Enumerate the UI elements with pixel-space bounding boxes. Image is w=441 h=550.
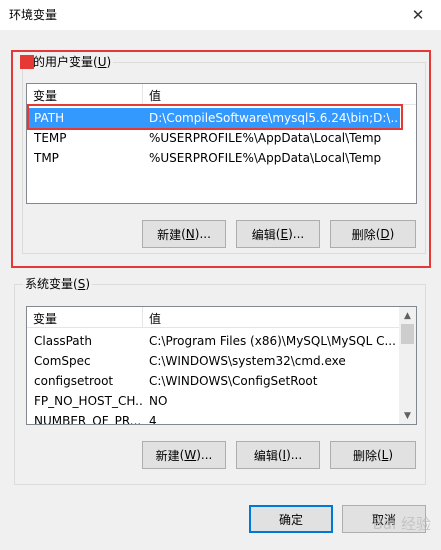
scroll-down-icon[interactable]: ▼ <box>399 407 416 424</box>
system-var-row[interactable]: configsetroot C:\WINDOWS\ConfigSetRoot <box>28 371 398 391</box>
var-value: NO <box>149 394 168 408</box>
var-name: ComSpec <box>34 354 91 368</box>
system-edit-button[interactable]: 编辑(I)... <box>236 441 320 469</box>
system-vars-label: 系统变量(S) <box>23 277 93 291</box>
var-value: C:\WINDOWS\ConfigSetRoot <box>149 374 318 388</box>
column-header-value[interactable]: 值 <box>149 310 161 327</box>
ok-button[interactable]: 确定 <box>249 505 333 533</box>
user-vars-highlight <box>11 50 431 268</box>
system-var-row[interactable]: ClassPath C:\Program Files (x86)\MySQL\M… <box>28 331 398 351</box>
watermark-logo: Bai 经验 <box>372 515 431 533</box>
scroll-thumb[interactable] <box>401 324 414 344</box>
var-name: configsetroot <box>34 374 114 388</box>
var-name: NUMBER_OF_PR... <box>34 414 142 425</box>
system-vars-scrollbar[interactable]: ▲ ▼ <box>399 307 416 424</box>
var-name: FP_NO_HOST_CH... <box>34 394 144 408</box>
var-name: ClassPath <box>34 334 92 348</box>
var-value: 4 <box>149 414 157 425</box>
system-var-row[interactable]: ComSpec C:\WINDOWS\system32\cmd.exe <box>28 351 398 371</box>
title-bar: 环境变量 ✕ <box>0 0 441 30</box>
system-new-button[interactable]: 新建(W)... <box>142 441 226 469</box>
close-icon[interactable]: ✕ <box>395 0 441 30</box>
var-value: C:\Program Files (x86)\MySQL\MySQL C... <box>149 334 396 348</box>
scroll-up-icon[interactable]: ▲ <box>399 307 416 324</box>
var-value: C:\WINDOWS\system32\cmd.exe <box>149 354 346 368</box>
system-var-row[interactable]: NUMBER_OF_PR... 4 <box>28 411 398 425</box>
window-title: 环境变量 <box>9 8 58 22</box>
system-delete-button[interactable]: 删除(L) <box>330 441 416 469</box>
column-header-variable[interactable]: 变量 <box>33 310 57 327</box>
system-vars-list[interactable]: 变量 值 ClassPath C:\Program Files (x86)\My… <box>26 306 417 425</box>
system-vars-header: 变量 值 <box>27 307 416 328</box>
system-var-row[interactable]: FP_NO_HOST_CH... NO <box>28 391 398 411</box>
